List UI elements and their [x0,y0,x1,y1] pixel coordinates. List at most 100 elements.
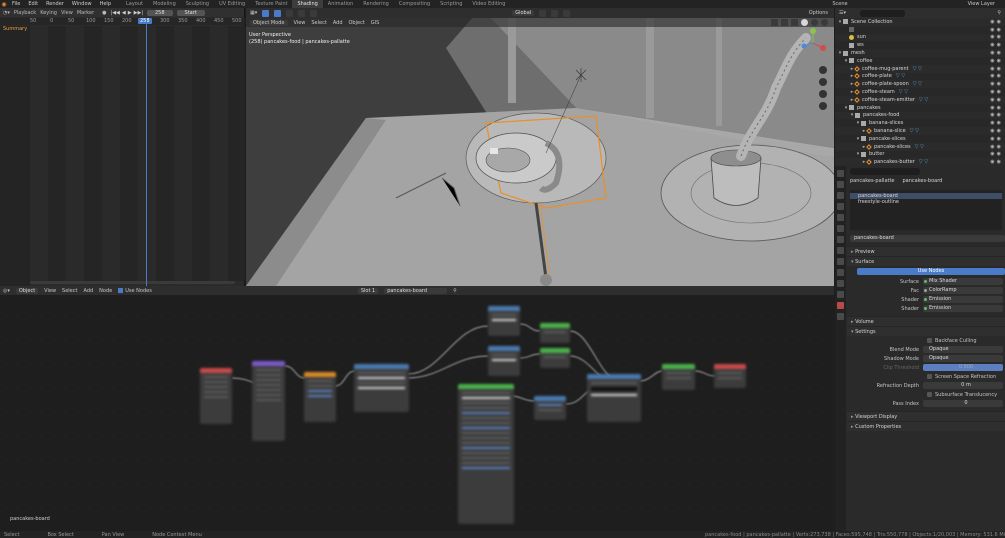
clip-threshold-slider[interactable]: 0.500 [923,364,1003,371]
node-menu-node[interactable]: Node [99,288,112,294]
outliner-row[interactable]: ▸ coffee-plate-spoon ▽ ▽ ◉◉ [835,80,1005,89]
workspace-tab-layout[interactable]: Layout [121,0,148,8]
workspace-tab-modeling[interactable]: Modeling [148,0,181,8]
refraction-depth-field[interactable]: 0 m [923,382,1003,389]
visibility-icons[interactable]: ◉◉ [990,112,1003,118]
outliner-row[interactable]: ▾ banana-slices ◉◉ [835,119,1005,127]
viewport-display-panel-header[interactable]: Viewport Display [847,411,1005,421]
outliner-row[interactable]: ▾ pancake-slices ◉◉ [835,135,1005,143]
mode-extend-icon[interactable] [286,9,294,17]
surface-row-value[interactable]: Emission [923,305,1003,312]
frame-ruler[interactable]: 258 50 0 50 100 150 200 300 350 400 450 500 [0,18,245,25]
mode-box-select-icon[interactable] [274,9,282,17]
modifier-tab-icon[interactable] [837,247,844,254]
node-colorramp-2[interactable] [488,306,520,336]
menu-render[interactable]: Render [42,1,68,7]
backface-culling-checkbox[interactable] [927,338,932,343]
pivot-icon[interactable] [539,9,547,17]
outliner-row[interactable]: ▸ banana-slice ▽ ▽ ◉◉ [835,127,1005,135]
surface-row-value[interactable]: Mix Shader [923,278,1003,285]
viewport-menu-gis[interactable]: GIS [371,20,380,26]
view-menu[interactable]: View [61,10,73,16]
use-nodes-checkbox[interactable] [118,287,124,293]
sss-checkbox[interactable] [927,392,932,397]
properties-search-input[interactable] [850,167,920,175]
overlay-icon[interactable] [771,19,778,26]
tool-tab-icon[interactable] [837,170,844,177]
visibility-icons[interactable]: ◉◉ [990,97,1003,103]
texture-tab-icon[interactable] [837,313,844,320]
world-tab-icon[interactable] [837,225,844,232]
render-tab-icon[interactable] [837,181,844,188]
blend-mode-dropdown[interactable]: Opaque [923,346,1003,353]
marker-menu[interactable]: Marker [77,10,94,16]
camera-view-icon[interactable] [819,90,827,98]
scene-selector[interactable]: Scene [832,1,847,7]
outliner-row[interactable]: ▸ coffee-steam-emitter ▽ ▽ ◉◉ [835,95,1005,104]
xray-icon[interactable] [781,19,788,26]
mode-subtract-icon[interactable] [298,9,306,17]
object-tab-icon[interactable] [837,236,844,243]
workspace-tab-compositing[interactable]: Compositing [394,0,435,8]
horizontal-scrollbar[interactable] [30,281,235,284]
visibility-icons[interactable]: ◉◉ [990,73,1003,79]
slot-dropdown[interactable]: Slot 1 [357,287,379,294]
editor-type-icon[interactable]: ◔▾ [3,10,10,16]
material-tab-icon[interactable] [837,302,844,309]
workspace-tab-scripting[interactable]: Scripting [435,0,467,8]
visibility-icons[interactable]: ◉◉ [990,50,1003,56]
snap-icon[interactable] [551,9,559,17]
menu-file[interactable]: File [8,1,24,7]
surface-row-value[interactable]: Emission [923,296,1003,303]
current-frame-field[interactable]: 258 [147,9,173,16]
pin-icon[interactable]: ⚲ [453,288,457,294]
blender-logo-icon[interactable]: ◉ [0,0,8,8]
material-selector[interactable]: pancakes-board [384,287,448,294]
visibility-icons[interactable]: ◉◉ [990,120,1003,126]
workspace-tab-uv-editing[interactable]: UV Editing [214,0,250,8]
material-slot-item[interactable]: freestyle-outline [850,199,1002,205]
visibility-icons[interactable]: ◉◉ [990,151,1003,157]
view-layer-tab-icon[interactable] [837,203,844,210]
outliner-row[interactable]: sun ◉◉ [835,33,1005,42]
outliner-row[interactable]: ▾ coffee ◉◉ [835,57,1005,65]
outliner-row[interactable]: ▸ coffee-plate ▽ ▽ ◉◉ [835,73,1005,81]
surface-row-value[interactable]: ColorRamp [923,287,1003,294]
view-layer-selector[interactable]: View Layer [968,1,995,7]
jump-end-icon[interactable]: ▶▶| [134,10,143,16]
visibility-icons[interactable]: ◉◉ [990,128,1003,134]
visibility-icons[interactable]: ◉◉ [990,144,1003,150]
node-menu-select[interactable]: Select [62,288,77,294]
mode-invert-icon[interactable] [310,9,318,17]
visibility-icons[interactable]: ◉◉ [990,136,1003,142]
physics-tab-icon[interactable] [837,269,844,276]
keyframe-grid[interactable] [30,26,245,281]
node-colorramp-3[interactable] [488,346,520,376]
node-emission-1[interactable] [540,323,570,343]
viewport-editor-type-icon[interactable]: ▦▾ [250,10,257,16]
volume-panel-header[interactable]: Volume [847,316,1005,326]
output-tab-icon[interactable] [837,192,844,199]
viewport-menu-view[interactable]: View [294,20,306,26]
start-frame-field[interactable]: Start [176,9,205,16]
shadow-mode-dropdown[interactable]: Opaque [923,355,1003,362]
current-frame-indicator[interactable]: 258 [138,18,152,24]
playhead[interactable] [146,18,147,286]
outliner-row[interactable]: ▸ coffee-steam ▽ ▽ ◉◉ [835,88,1005,96]
visibility-icons[interactable]: ◉◉ [990,89,1003,95]
surface-panel-header[interactable]: Surface [847,256,1005,266]
pass-index-field[interactable]: 0 [923,400,1003,407]
outliner-row[interactable]: ws ◉◉ [835,41,1005,49]
node-noise-texture[interactable] [304,372,336,422]
3d-viewport[interactable]: ▦▾ Global Options Object Mode View Select… [246,8,834,286]
transform-orientation-dropdown[interactable]: Global [512,10,535,16]
node-menu-add[interactable]: Add [83,288,93,294]
breadcrumb-material[interactable]: pancakes-board [903,178,943,184]
scene-tab-icon[interactable] [837,214,844,221]
summary-channel[interactable]: Summary [0,26,27,32]
ortho-toggle-icon[interactable] [819,102,827,110]
workspace-tab-animation[interactable]: Animation [323,0,359,8]
rendered-shading-icon[interactable] [821,19,828,26]
jump-start-icon[interactable]: |◀◀ [111,10,120,16]
options-menu[interactable]: Options [809,10,834,16]
